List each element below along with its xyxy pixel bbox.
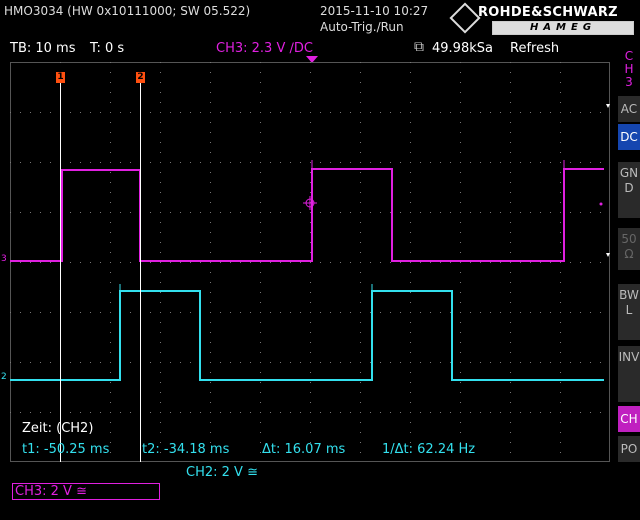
device-info: HMO3034 (HW 0x10111000; SW 05.522) — [4, 4, 251, 18]
ch2-scale-label[interactable]: CH2: 2 V ≅ — [186, 465, 258, 480]
ch3-scale-label[interactable]: CH3: 2 V ≅ — [12, 483, 160, 500]
cursor-delta-t: Δt: 16.07 ms — [262, 442, 346, 457]
channel-menu-sidebar: C H 3 AC DC GND 50 Ω BWL INV CH PO — [618, 40, 640, 520]
waveform-display[interactable] — [10, 62, 610, 462]
sidebar-item-inv[interactable]: INV — [618, 346, 640, 402]
cursor-1-marker[interactable]: 1 — [56, 72, 65, 83]
rs-emblem-icon — [449, 2, 481, 34]
copy-icon: ⧉ — [414, 39, 424, 55]
sidebar-channel-label: C H 3 — [624, 49, 634, 89]
sample-rate: 49.98kSa — [432, 41, 493, 56]
trigger-level-dot-icon — [599, 202, 603, 206]
cursor-t2: t2: -34.18 ms — [142, 442, 230, 457]
brand-top: ROHDE&SCHWARZ — [478, 5, 618, 20]
sidebar-item-dc[interactable]: DC — [618, 124, 640, 150]
trigger-mode: Auto-Trig./Run — [320, 20, 404, 34]
ch3-trace — [10, 168, 604, 262]
trigger-point-icon — [303, 196, 317, 210]
ch2-trace — [10, 290, 604, 381]
sidebar-item-gnd[interactable]: GND — [618, 162, 640, 218]
sidebar-item-po[interactable]: PO — [618, 436, 640, 462]
cursor-frequency: 1/Δt: 62.24 Hz — [382, 442, 476, 457]
ch3-ground-marker: 3 — [1, 254, 7, 264]
acquisition-mode[interactable]: Refresh — [510, 41, 559, 56]
sidebar-item-50-ohm[interactable]: 50 Ω — [618, 228, 640, 270]
cursor-zeit-label: Zeit: (CH2) — [22, 421, 94, 436]
brand-logo: ROHDE&SCHWARZ HAMEG — [449, 2, 636, 35]
trigger-channel-label[interactable]: CH3: 2.3 V ∕DC — [216, 41, 313, 56]
sidebar-item-ch[interactable]: CH — [618, 406, 640, 432]
cursor-t1: t1: -50.25 ms — [22, 442, 110, 457]
datetime: 2015-11-10 10:27 — [320, 4, 429, 18]
trigger-time-label[interactable]: T: 0 s — [90, 41, 124, 56]
sidebar-item-ac[interactable]: AC — [618, 96, 640, 122]
timebase-label[interactable]: TB: 10 ms — [10, 41, 75, 56]
ch2-ground-marker: 2 — [1, 372, 7, 382]
cursor-2-marker[interactable]: 2 — [136, 72, 145, 83]
sidebar-item-bwl[interactable]: BWL — [618, 284, 640, 340]
brand-bottom: HAMEG — [492, 21, 634, 35]
